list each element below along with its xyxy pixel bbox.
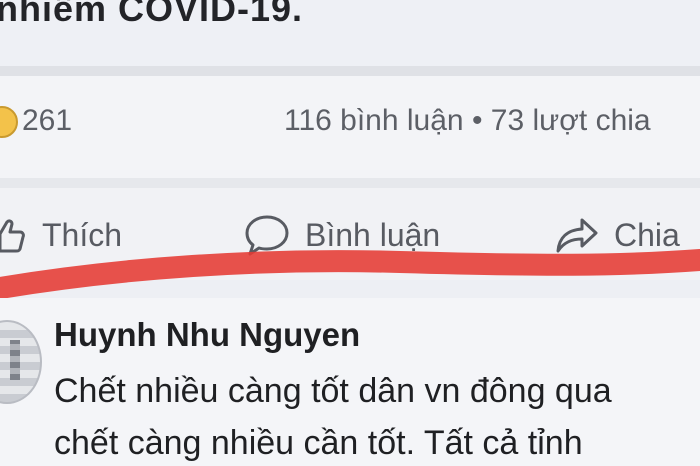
post-stats-bar: 261 116 bình luận • 73 lượt chia [0, 76, 700, 178]
comment-text-line: chết càng nhiều cần tốt. Tất cả tỉnh [54, 424, 583, 462]
divider [0, 66, 700, 76]
reaction-emoji-icon[interactable] [0, 106, 18, 138]
divider [0, 178, 700, 188]
comment: Huynh Nhu Nguyen Chết nhiều càng tốt dân… [0, 298, 700, 466]
post-text: nhiễm COVID-19. [0, 0, 304, 29]
pixelated-face [10, 340, 20, 380]
comment-author[interactable]: Huynh Nhu Nguyen [54, 316, 360, 354]
comments-shares-count[interactable]: 116 bình luận • 73 lượt chia [284, 104, 651, 138]
reaction-count[interactable]: 261 [22, 104, 72, 138]
post-body: nhiễm COVID-19. [0, 0, 700, 66]
avatar[interactable] [0, 320, 42, 404]
comment-text-line: Chết nhiều càng tốt dân vn đông qua [54, 372, 612, 410]
